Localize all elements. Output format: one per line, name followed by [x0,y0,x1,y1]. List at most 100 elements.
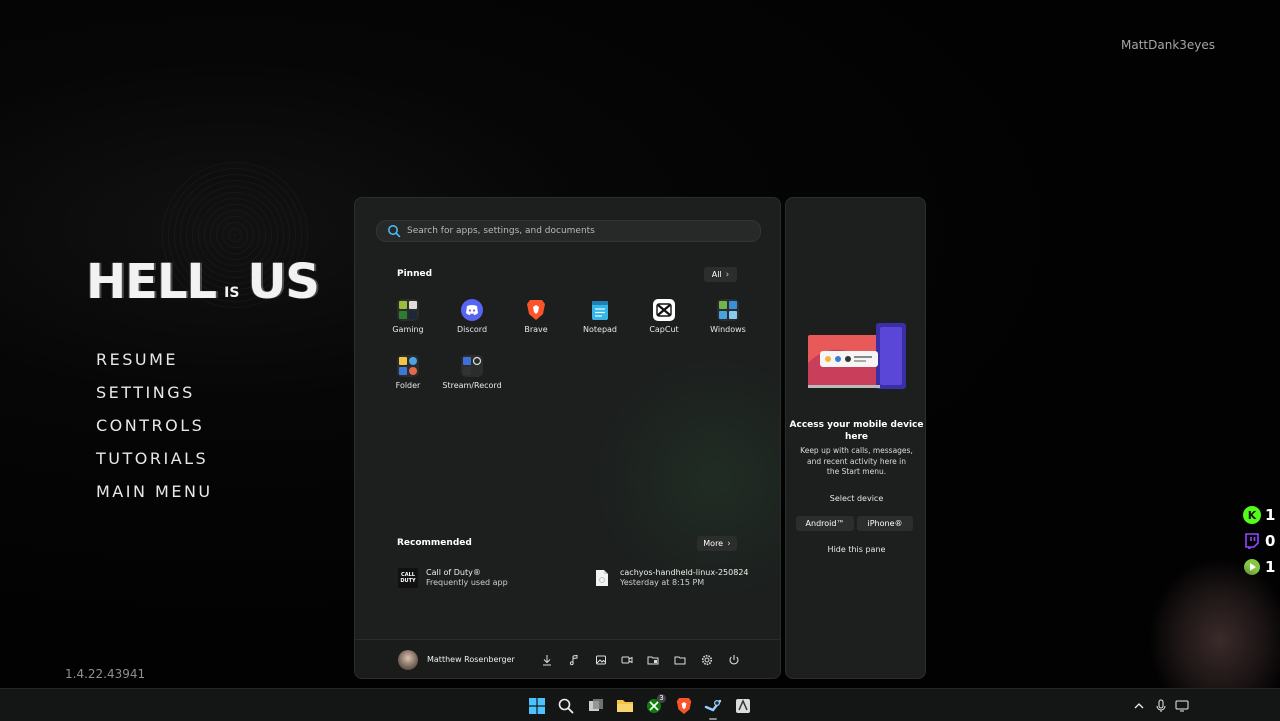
all-apps-label: All [711,270,722,279]
pinned-windows-label: Windows [710,325,746,334]
menu-settings[interactable]: SETTINGS [96,381,296,414]
pinned-brave[interactable]: Brave [508,297,564,349]
recommended-item-text: Call of Duty® Frequently used app [426,568,508,588]
menu-resume[interactable]: RESUME [96,348,296,381]
menu-controls[interactable]: CONTROLS [96,414,296,447]
start-footer: Matthew Rosenberger [355,639,780,678]
menu-tutorials[interactable]: TUTORIALS [96,447,296,480]
chevron-right-icon: › [725,269,730,280]
notepad-icon [589,299,611,321]
pinned-gaming-label: Gaming [392,325,424,334]
file-explorer-icon[interactable] [674,654,686,666]
videos-icon[interactable] [621,654,633,666]
kick-icon: K [1243,506,1261,524]
user-name[interactable]: Matthew Rosenberger [427,655,515,664]
call-of-duty-icon-text: CALL DUTY [400,572,416,584]
recommended-title: Recommended [397,538,472,548]
more-button[interactable]: More › [697,536,737,551]
gaming-folder-icon [397,299,419,321]
stat-twitch: 0 [1243,531,1280,551]
start-search-input[interactable] [407,226,760,236]
logo-word-is: IS [224,285,240,301]
logo-word-hell: HELL [86,254,217,310]
android-button[interactable]: Android™ [796,516,854,531]
chevron-right-icon: › [727,538,731,549]
recommended-item-cachyos[interactable]: cachyos-handheld-linux-250824 Yesterday … [592,568,749,588]
more-label: More [703,539,724,548]
power-icon[interactable] [728,654,740,666]
pinned-discord[interactable]: Discord [444,297,500,349]
file-explorer-icon[interactable] [616,697,634,715]
menu-main-menu[interactable]: MAIN MENU [96,480,296,513]
streamer-name: MattDank3eyes [1121,38,1216,52]
brave-icon [525,299,547,321]
pinned-folder[interactable]: Folder [380,353,436,405]
pause-menu: RESUME SETTINGS CONTROLS TUTORIALS MAIN … [96,348,296,513]
webcam-overlay [1150,560,1280,690]
settings-icon[interactable] [701,654,713,666]
taskbar: 3 [0,688,1280,721]
display-icon[interactable] [1173,697,1191,715]
twitch-icon [1243,532,1261,550]
select-device-label: Select device [829,494,884,503]
phone-pane-description: Keep up with calls, messages, and recent… [800,446,913,476]
phone-pane-title: Access your mobile device here [789,420,924,442]
search-icon [388,225,401,238]
call-of-duty-icon: CALL DUTY [398,568,418,588]
pinned-gaming[interactable]: Gaming [380,297,436,349]
pinned-discord-label: Discord [456,325,488,334]
brave-icon[interactable] [675,697,693,715]
network-folder-icon[interactable] [647,654,659,666]
app-icon[interactable] [734,697,752,715]
pinned-windows[interactable]: Windows [700,297,756,349]
search-icon[interactable] [557,697,575,715]
game-logo: HELL IS US [86,246,320,310]
steam-icon[interactable] [704,697,722,720]
file-icon [592,568,612,588]
recommended-item-subtitle: Frequently used app [426,578,508,587]
recommended-item-title: Call of Duty® [426,568,481,577]
folder-group-icon [397,355,419,377]
start-menu: Pinned All › Gaming Discord Brave Notepa… [354,197,781,679]
all-apps-button[interactable]: All › [704,267,737,282]
stat-kick: K 1 [1243,505,1280,525]
pinned-folder-label: Folder [395,381,421,390]
logo-word-us: US [247,254,320,310]
recommended-item-call-of-duty[interactable]: CALL DUTY Call of Duty® Frequently used … [398,568,508,588]
pinned-stream-record-label: Stream/Record [442,381,502,390]
stat-kick-value: 1 [1265,506,1276,524]
pinned-notepad-label: Notepad [583,325,617,334]
recommended-item-title: cachyos-handheld-linux-250824 [620,568,749,577]
pinned-title: Pinned [397,269,433,279]
xbox-badge: 3 [657,694,666,703]
xbox-icon[interactable]: 3 [646,694,666,715]
downloads-icon[interactable] [541,654,553,666]
pictures-icon[interactable] [595,654,607,666]
microphone-icon[interactable] [1152,697,1170,715]
recommended-item-subtitle: Yesterday at 8:15 PM [620,578,705,587]
task-view-icon[interactable] [587,697,605,715]
iphone-button-label: iPhone® [867,519,903,528]
pinned-capcut[interactable]: CapCut [636,297,692,349]
pinned-notepad[interactable]: Notepad [572,297,628,349]
avatar[interactable] [398,650,418,670]
windows-folder-icon [717,299,739,321]
music-icon[interactable] [568,654,580,666]
pinned-brave-label: Brave [524,325,548,334]
chevron-up-icon[interactable] [1130,697,1148,715]
phone-link-pane: Access your mobile device here Keep up w… [785,197,926,679]
pinned-capcut-label: CapCut [649,325,679,334]
pinned-stream-record[interactable]: Stream/Record [442,353,502,405]
iphone-button[interactable]: iPhone® [857,516,913,531]
windows-start-icon[interactable] [528,697,546,715]
stat-twitch-value: 0 [1265,532,1276,550]
capcut-icon [653,299,675,321]
discord-icon [461,299,483,321]
recommended-item-text: cachyos-handheld-linux-250824 Yesterday … [620,568,749,588]
game-version: 1.4.22.43941 [65,667,146,681]
hide-pane-link[interactable]: Hide this pane [786,545,927,554]
start-search-box[interactable] [376,220,761,242]
android-button-label: Android™ [805,519,845,528]
phone-link-illustration [808,323,906,389]
stream-record-icon [461,355,483,377]
